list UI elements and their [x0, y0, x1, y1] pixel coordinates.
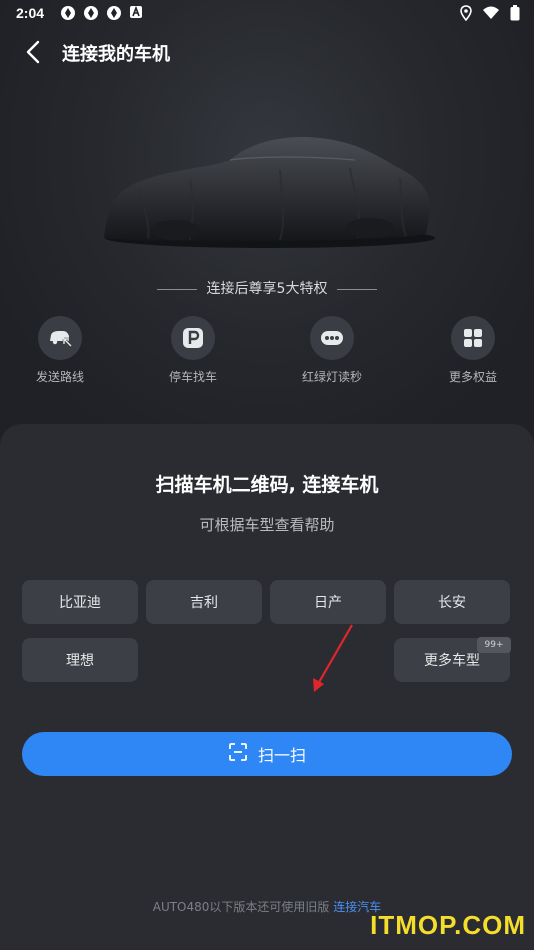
notification-icon — [106, 5, 122, 21]
car-route-icon — [38, 316, 82, 360]
privilege-label: 红绿灯读秒 — [301, 370, 362, 384]
privilege-label: 更多权益 — [448, 370, 497, 384]
app-header: 连接我的车机 — [0, 34, 534, 70]
watermark-logo: ITMOP.COM — [370, 910, 526, 940]
wifi-icon — [482, 6, 500, 24]
notification-icon — [60, 5, 76, 21]
scan-icon — [228, 742, 248, 766]
notification-icon — [83, 5, 99, 21]
traffic-light-icon — [310, 316, 354, 360]
more-models-label: 更多车型 — [424, 653, 480, 669]
location-icon — [460, 5, 472, 25]
page-title: 连接我的车机 — [62, 44, 170, 65]
annotation-arrow-icon — [300, 622, 370, 702]
status-bar: 2:04 — [0, 0, 534, 28]
brand-button-changan[interactable]: 长安 — [394, 580, 510, 624]
privilege-parking[interactable]: 停车找车 — [148, 316, 238, 385]
scan-label: 扫一扫 — [257, 746, 306, 765]
brand-button-nissan[interactable]: 日产 — [270, 580, 386, 624]
privilege-send-route[interactable]: 发送路线 — [15, 316, 105, 385]
privilege-more[interactable]: 更多权益 — [428, 316, 518, 385]
battery-icon — [510, 5, 520, 25]
back-arrow-icon[interactable] — [22, 38, 46, 66]
footer-text: AUTO480以下版本还可使用旧版 — [152, 900, 330, 914]
connect-sheet: 扫描车机二维码, 连接车机 可根据车型查看帮助 比亚迪 吉利 日产 长安 理想 … — [0, 424, 534, 950]
covered-car-image — [100, 120, 440, 250]
status-time: 2:04 — [16, 5, 45, 21]
system-icons — [460, 5, 520, 25]
more-models-button[interactable]: 更多车型 99+ — [394, 637, 511, 682]
divider — [337, 288, 378, 290]
brand-button-geely[interactable]: 吉利 — [146, 580, 262, 624]
brand-button-byd[interactable]: 比亚迪 — [22, 580, 138, 624]
sheet-title: 扫描车机二维码, 连接车机 — [155, 474, 379, 496]
brand-button-li-auto[interactable]: 理想 — [22, 638, 138, 682]
grid-icon — [451, 316, 495, 360]
privilege-label: 停车找车 — [168, 370, 217, 384]
count-badge: 99+ — [477, 637, 511, 653]
privileges-heading: 连接后尊享5大特权 — [0, 278, 534, 298]
privilege-traffic-light[interactable]: 红绿灯读秒 — [287, 316, 377, 385]
scan-button[interactable]: 扫一扫 — [22, 732, 512, 776]
divider — [156, 288, 197, 290]
privileges-title: 连接后尊享5大特权 — [206, 281, 328, 297]
notification-icons — [60, 5, 145, 21]
parking-icon — [171, 316, 215, 360]
privilege-label: 发送路线 — [35, 370, 84, 384]
sheet-subtitle: 可根据车型查看帮助 — [199, 516, 335, 534]
a-letter-icon — [129, 5, 145, 21]
